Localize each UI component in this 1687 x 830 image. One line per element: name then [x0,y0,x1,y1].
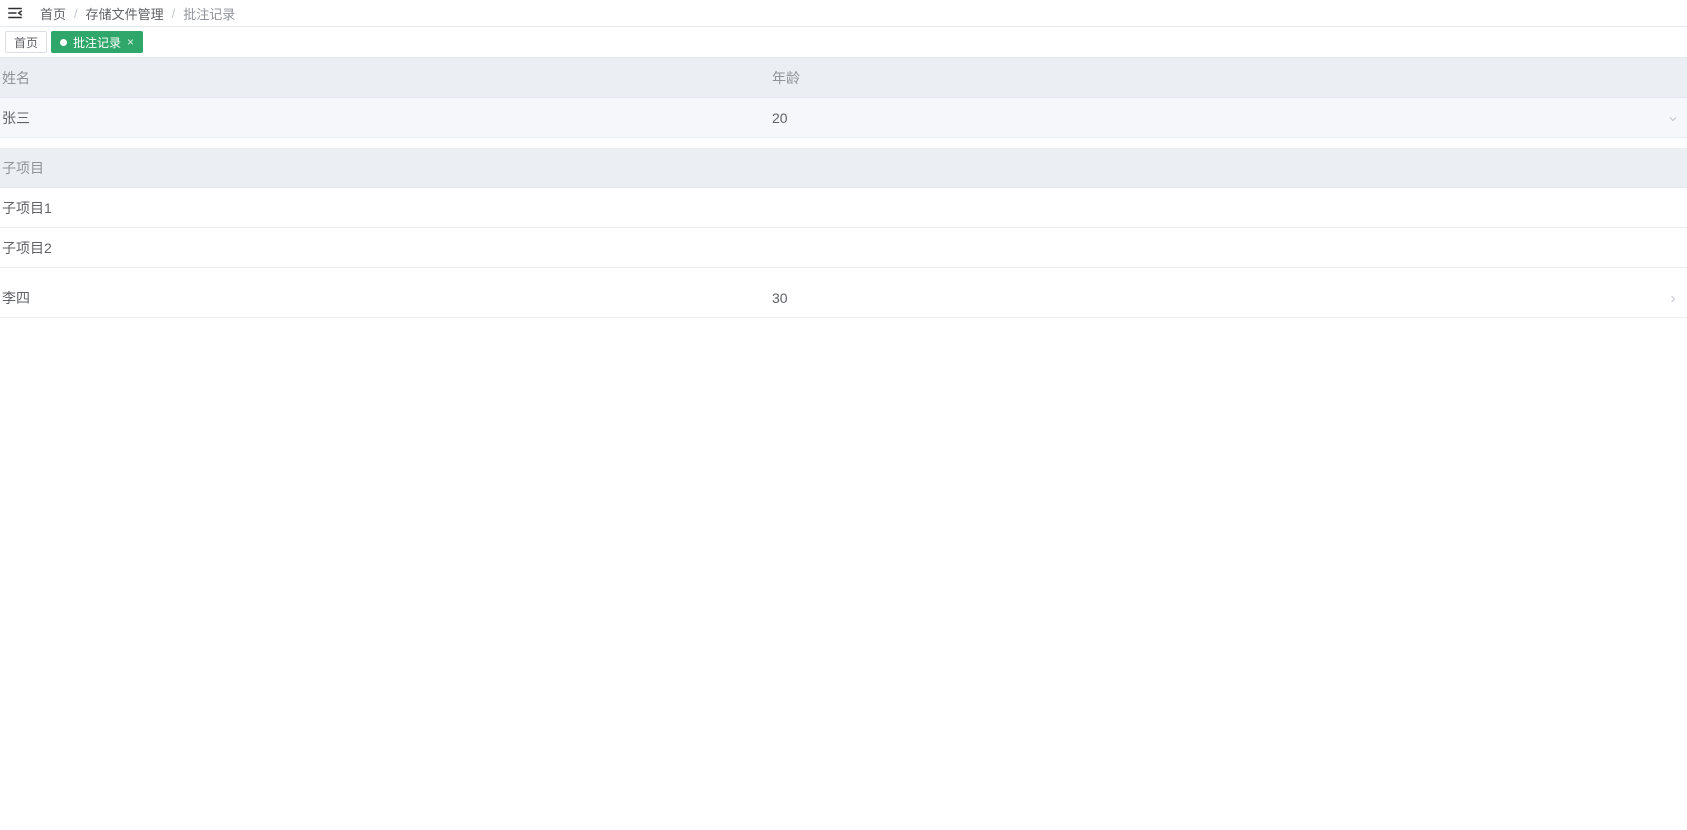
sub-cell: 子项目2 [0,238,1687,258]
table-row[interactable]: 李四 30 [0,278,1687,318]
breadcrumb-separator: / [74,6,78,21]
sub-table-row[interactable]: 子项目1 [0,188,1687,228]
cell-age: 20 [770,110,1659,126]
expand-toggle[interactable] [1659,292,1687,304]
cell-name: 李四 [0,288,770,308]
cell-age: 30 [770,290,1659,306]
expand-toggle[interactable] [1659,112,1687,124]
tabs-bar: 首页 批注记录 × [0,27,1687,58]
breadcrumb-bar: 首页 / 存储文件管理 / 批注记录 [0,0,1687,27]
cell-name: 张三 [0,108,770,128]
tab-close-icon[interactable]: × [127,36,134,48]
active-tab-indicator-dot [60,39,67,46]
breadcrumb-middle[interactable]: 存储文件管理 [86,4,164,23]
sub-table-row[interactable]: 子项目2 [0,228,1687,268]
breadcrumb-current: 批注记录 [183,4,235,23]
data-table: 姓名 年龄 张三 20 子项目 子项目1 子项目2 李四 30 [0,58,1687,318]
spacer [0,268,1687,278]
sub-table-header: 子项目 [0,148,1687,188]
menu-collapse-toggle[interactable] [4,2,26,24]
sub-cell: 子项目1 [0,198,1687,218]
tab-label: 首页 [14,34,38,51]
tab-label: 批注记录 [73,34,121,51]
menu-collapse-icon [6,4,24,22]
table-header-row: 姓名 年龄 [0,58,1687,98]
chevron-right-icon [1667,292,1679,304]
expanded-row-content: 子项目 子项目1 子项目2 [0,148,1687,278]
column-header-name: 姓名 [0,68,770,88]
column-header-age: 年龄 [770,68,1659,88]
chevron-down-icon [1667,112,1679,124]
breadcrumb-separator: / [172,6,176,21]
breadcrumb: 首页 / 存储文件管理 / 批注记录 [40,4,235,23]
sub-column-header: 子项目 [0,158,1687,178]
breadcrumb-home[interactable]: 首页 [40,4,66,23]
tab-home[interactable]: 首页 [5,31,47,53]
tab-annotation-records[interactable]: 批注记录 × [51,31,143,53]
table-row[interactable]: 张三 20 [0,98,1687,138]
